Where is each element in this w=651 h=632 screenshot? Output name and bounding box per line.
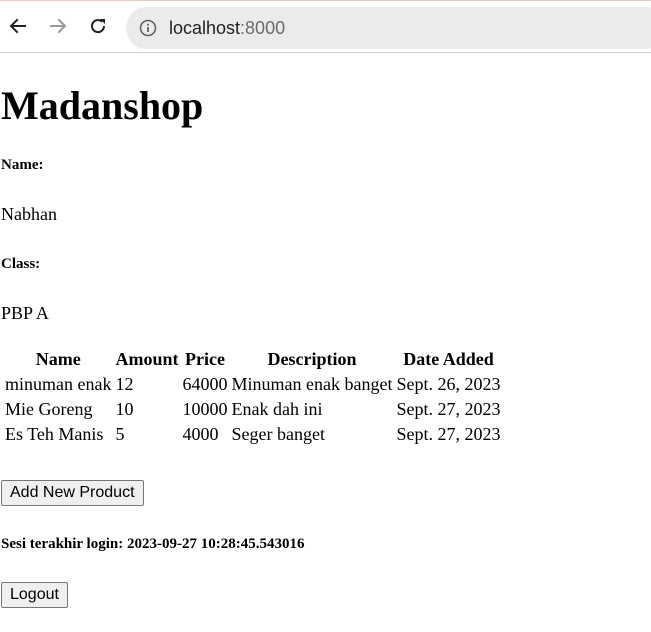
url-text: localhost:8000 [169, 18, 285, 39]
table-row: minuman enak 12 64000 Minuman enak bange… [4, 373, 501, 396]
products-table: Name Amount Price Description Date Added… [2, 346, 503, 448]
url-port: :8000 [240, 18, 286, 38]
column-header-description: Description [267, 349, 357, 369]
cell-date-added: Sept. 27, 2023 [396, 399, 501, 419]
name-label: Name: [1, 157, 44, 173]
cell-price: 10000 [182, 399, 228, 419]
column-header-name: Name [35, 349, 81, 369]
reload-icon[interactable] [86, 14, 110, 38]
table-row: Mie Goreng 10 10000 Enak dah ini Sept. 2… [4, 398, 501, 421]
table-header-row: Name Amount Price Description Date Added [4, 348, 501, 371]
cell-name: minuman enak [5, 374, 112, 394]
column-header-amount: Amount [115, 349, 179, 369]
cell-amount: 5 [115, 424, 125, 444]
url-host: localhost [169, 18, 241, 38]
cell-price: 4000 [182, 424, 219, 444]
cell-amount: 10 [115, 399, 134, 419]
add-product-button[interactable]: Add New Product [1, 480, 144, 506]
cell-date-added: Sept. 26, 2023 [396, 374, 501, 394]
cell-price: 64000 [182, 374, 228, 394]
back-arrow-icon[interactable] [6, 14, 30, 38]
browser-toolbar: localhost:8000 [0, 0, 651, 53]
class-label: Class: [1, 256, 41, 272]
cell-description: Minuman enak banget [231, 374, 393, 394]
cell-name: Es Teh Manis [5, 424, 104, 444]
info-icon[interactable] [139, 19, 157, 42]
class-value: PBP A [1, 303, 49, 323]
logout-button[interactable]: Logout [1, 582, 68, 608]
cell-date-added: Sept. 27, 2023 [396, 424, 501, 444]
cell-description: Enak dah ini [231, 399, 323, 419]
page-title: Madanshop [1, 83, 204, 128]
cell-amount: 12 [115, 374, 134, 394]
last-login-text: Sesi terakhir login: 2023-09-27 10:28:45… [1, 536, 305, 552]
table-row: Es Teh Manis 5 4000 Seger banget Sept. 2… [4, 423, 501, 446]
forward-arrow-icon[interactable] [46, 14, 70, 38]
name-value: Nabhan [1, 204, 57, 224]
cell-description: Seger banget [231, 424, 325, 444]
cell-name: Mie Goreng [5, 399, 93, 419]
column-header-date-added: Date Added [403, 349, 494, 369]
column-header-price: Price [185, 349, 225, 369]
address-bar[interactable]: localhost:8000 [126, 7, 651, 49]
